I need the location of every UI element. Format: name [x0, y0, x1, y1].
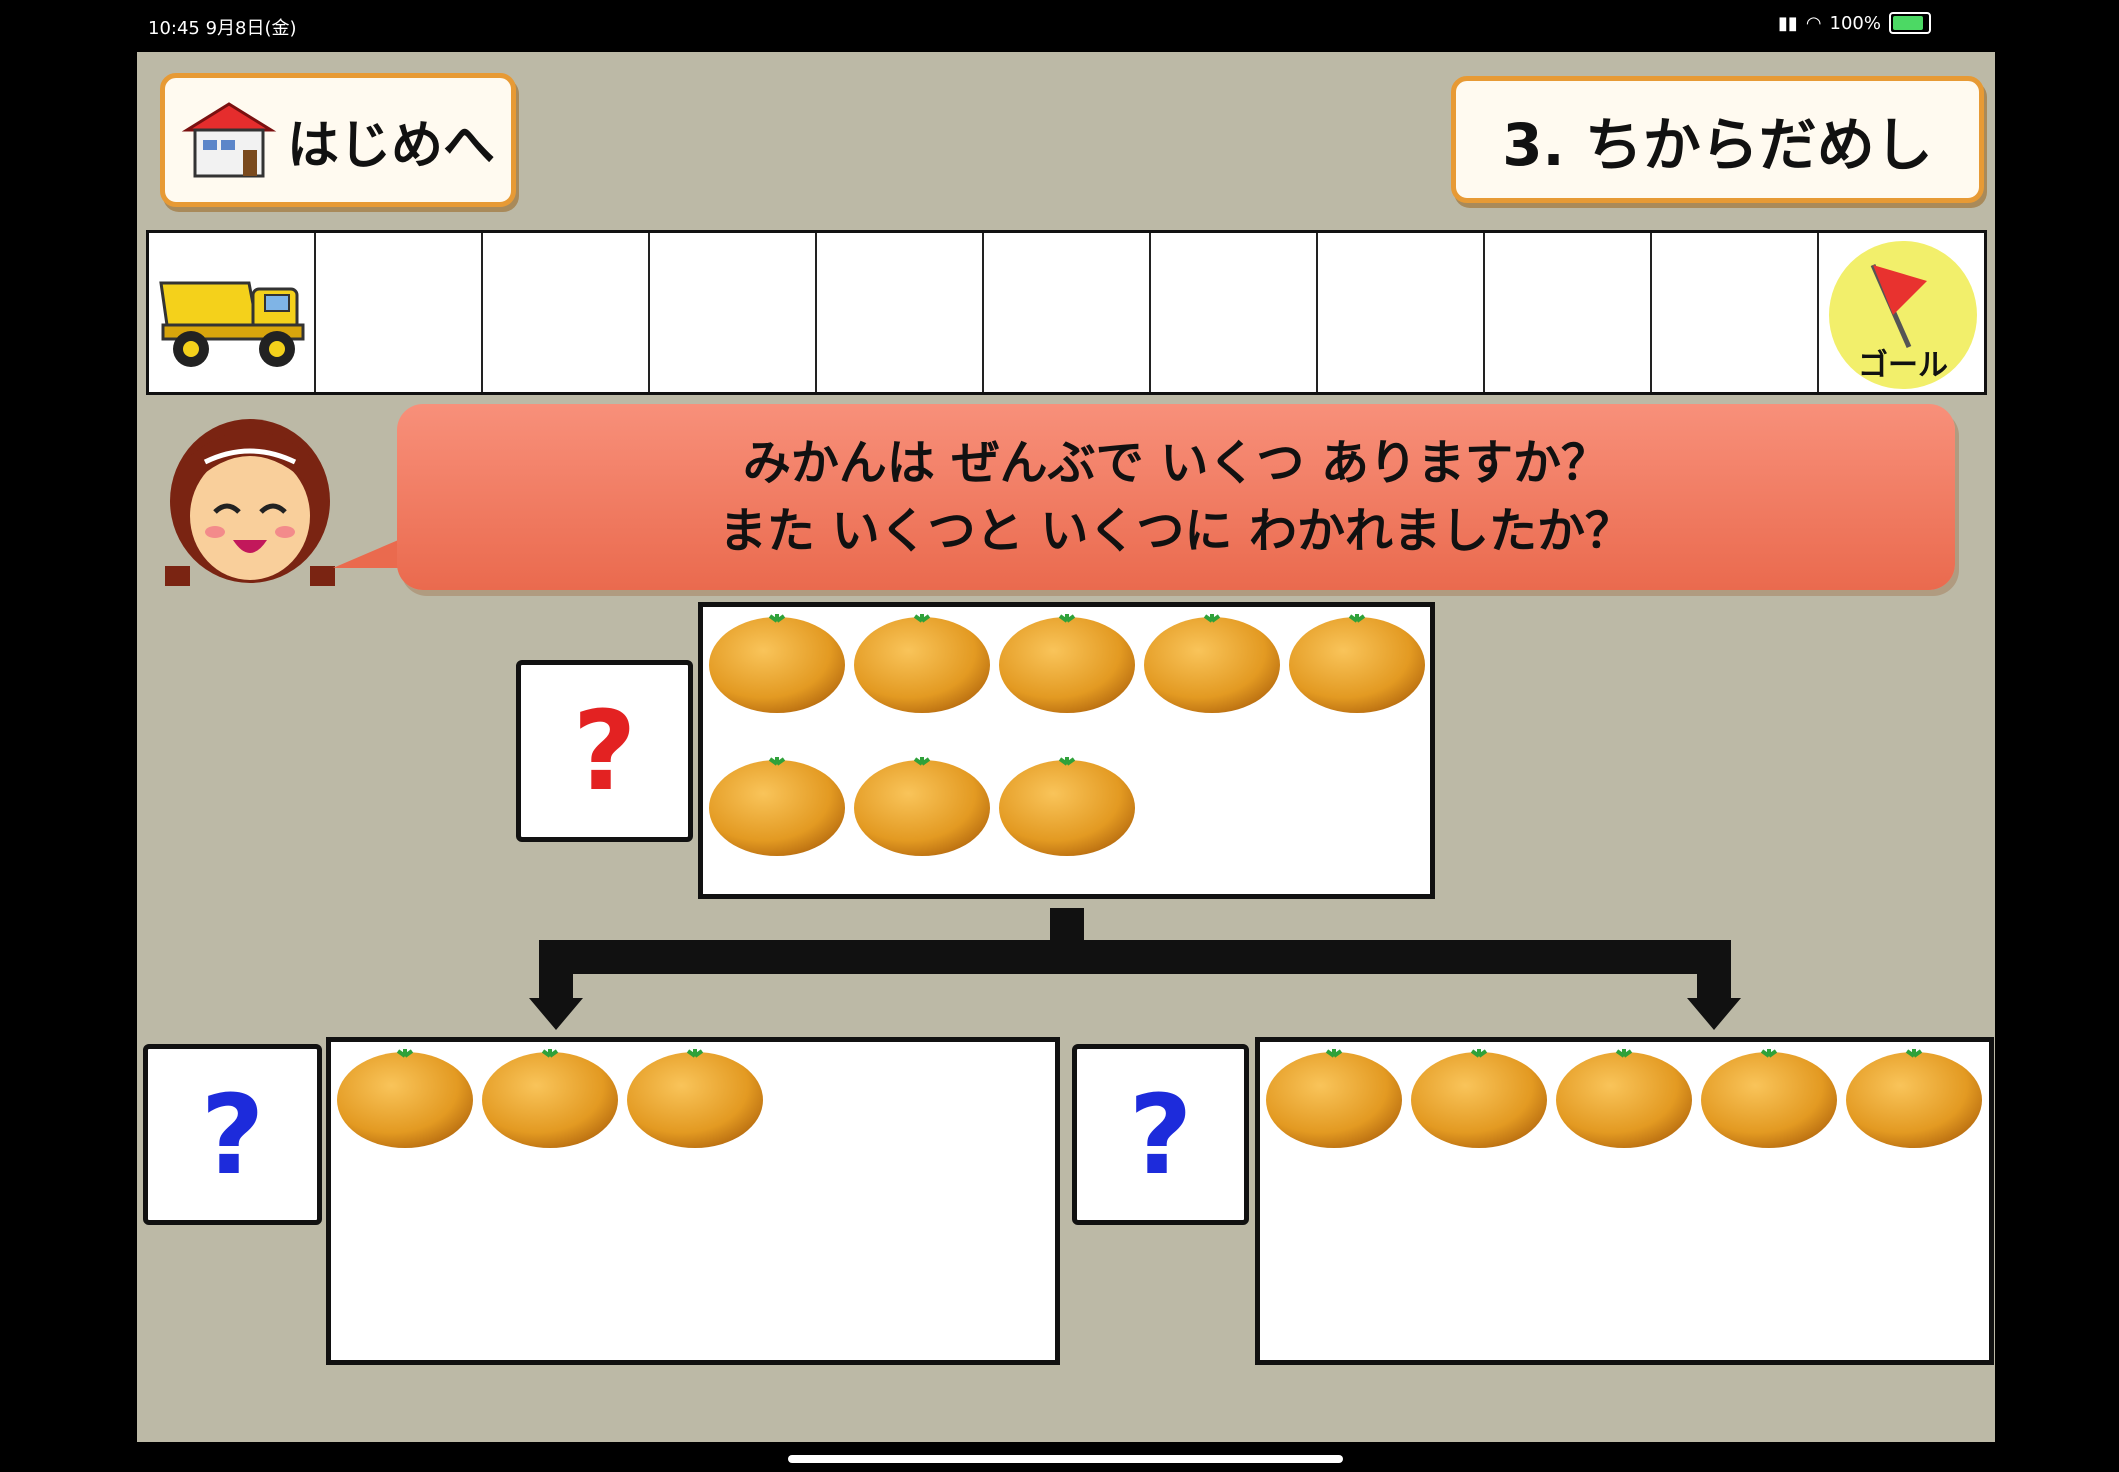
status-bar: 10:45 9月8日(金) ▮▮ ◠ 100%	[0, 0, 2119, 50]
wifi-icon: ◠	[1805, 12, 1822, 34]
right-part-answer-box[interactable]: ?	[1072, 1044, 1249, 1225]
mikan-orange-icon	[1264, 1044, 1404, 1154]
left-oranges-box	[326, 1037, 1060, 1365]
battery-icon	[1889, 12, 1931, 34]
status-time: 10:45 9月8日(金)	[148, 18, 297, 39]
mikan-orange-icon	[1409, 1044, 1549, 1154]
mikan-orange-icon	[1844, 1044, 1984, 1154]
status-indicators: ▮▮ ◠ 100%	[1778, 12, 1931, 34]
home-indicator[interactable]	[788, 1455, 1343, 1463]
mikan-orange-icon	[480, 1044, 620, 1154]
signal-icon: ▮▮	[1778, 12, 1798, 34]
right-oranges-box	[1255, 1037, 1994, 1365]
mikan-orange-icon	[625, 1044, 765, 1154]
mikan-orange-icon	[335, 1044, 475, 1154]
mikan-orange-icon	[1699, 1044, 1839, 1154]
down-arrow-icon	[1687, 998, 1741, 1030]
app-screen: はじめへ 3. ちからだめし ゴール みかんは ぜんぶで いくつ ありますか？ …	[137, 52, 1995, 1442]
left-part-answer-box[interactable]: ?	[143, 1044, 322, 1225]
battery-percent: 100%	[1829, 12, 1881, 34]
mikan-orange-icon	[1554, 1044, 1694, 1154]
down-arrow-icon	[529, 998, 583, 1030]
